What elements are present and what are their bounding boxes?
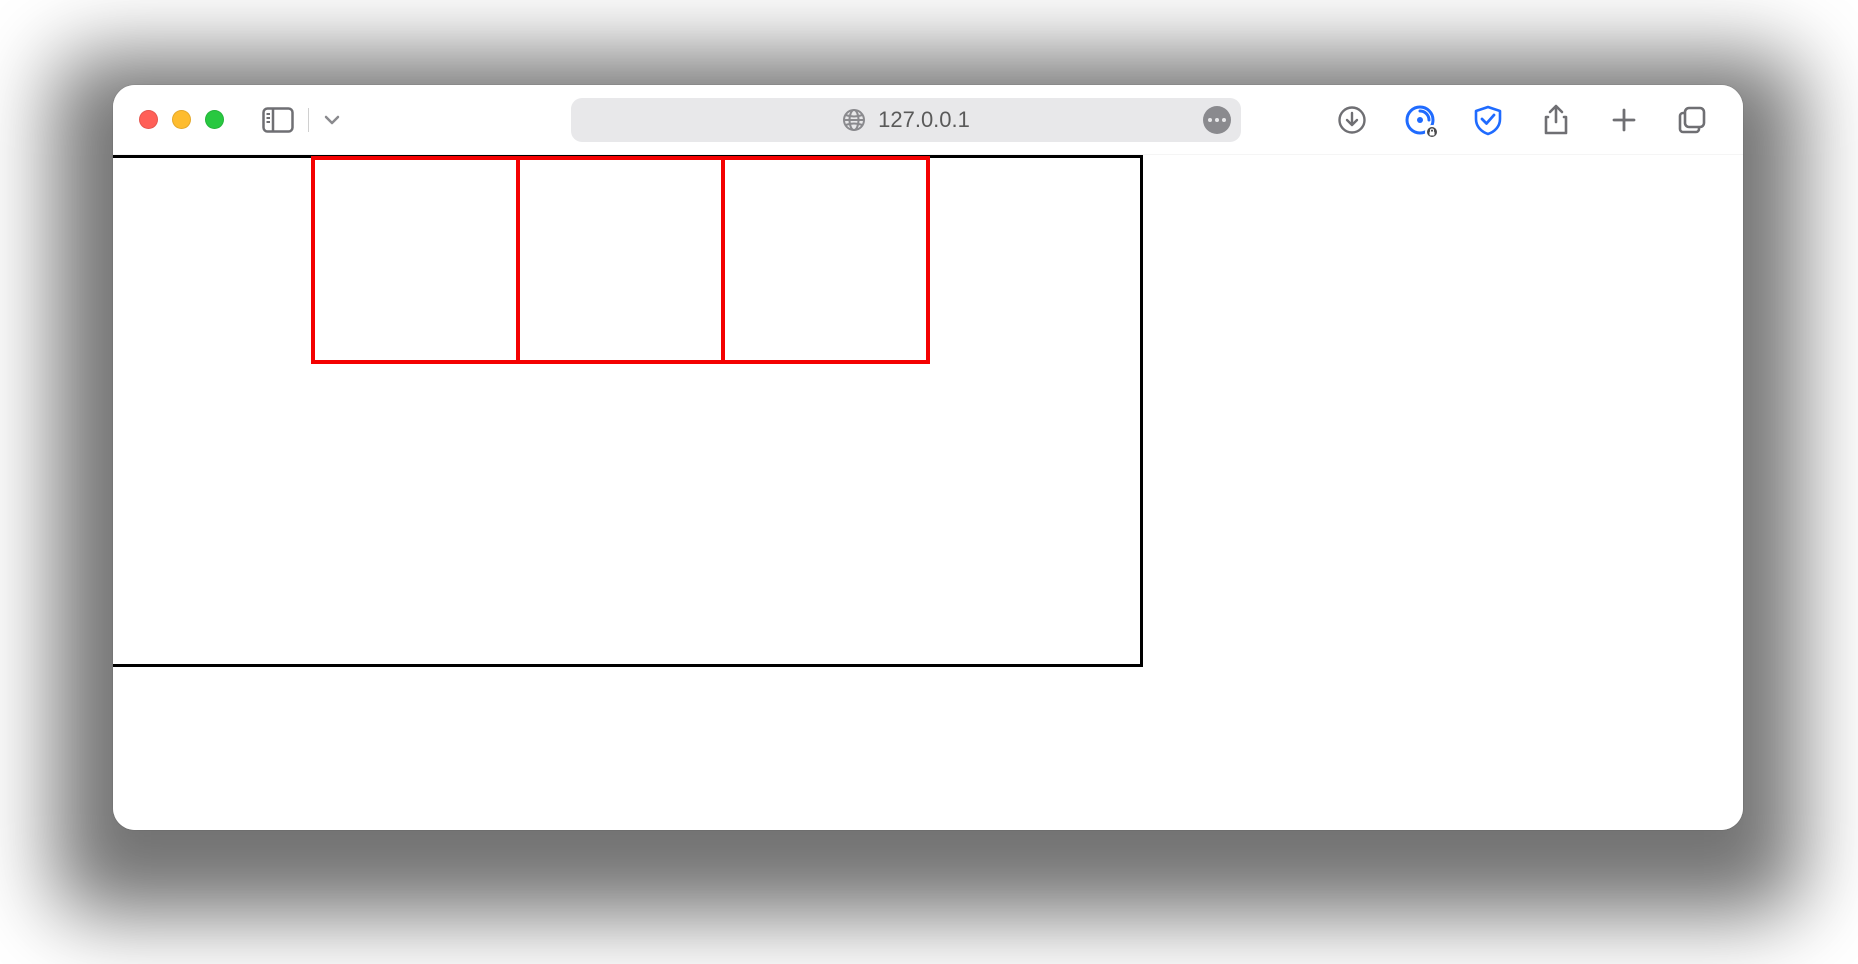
- toolbar-divider: [308, 108, 309, 132]
- new-tab-button[interactable]: [1607, 103, 1641, 137]
- address-bar[interactable]: 127.0.0.1: [571, 98, 1241, 142]
- tab-group-dropdown[interactable]: [323, 111, 341, 129]
- toolbar-right: [1335, 103, 1717, 137]
- parent-container-box: [113, 155, 1143, 667]
- lock-icon: [1425, 125, 1439, 139]
- downloads-button[interactable]: [1335, 103, 1369, 137]
- child-box: [311, 156, 520, 364]
- sidebar-toggle-button[interactable]: [262, 107, 294, 133]
- window-close-button[interactable]: [139, 110, 158, 129]
- tab-overview-button[interactable]: [1675, 103, 1709, 137]
- browser-window: 127.0.0.1: [113, 85, 1743, 830]
- window-fullscreen-button[interactable]: [205, 110, 224, 129]
- window-controls: [139, 110, 224, 129]
- address-bar-content: 127.0.0.1: [842, 107, 970, 133]
- globe-icon: [842, 108, 866, 132]
- ellipsis-icon: [1208, 118, 1226, 122]
- page-content: [113, 155, 1743, 830]
- child-box: [516, 156, 725, 364]
- child-box-row: [311, 156, 930, 364]
- extension-shield-button[interactable]: [1471, 103, 1505, 137]
- child-box: [721, 156, 930, 364]
- share-button[interactable]: [1539, 103, 1573, 137]
- sidebar-icon: [262, 107, 294, 133]
- browser-toolbar: 127.0.0.1: [113, 85, 1743, 155]
- window-minimize-button[interactable]: [172, 110, 191, 129]
- extension-adblock-button[interactable]: [1403, 103, 1437, 137]
- page-settings-button[interactable]: [1203, 106, 1231, 134]
- browser-viewport: [113, 155, 1743, 830]
- address-bar-url: 127.0.0.1: [878, 107, 970, 133]
